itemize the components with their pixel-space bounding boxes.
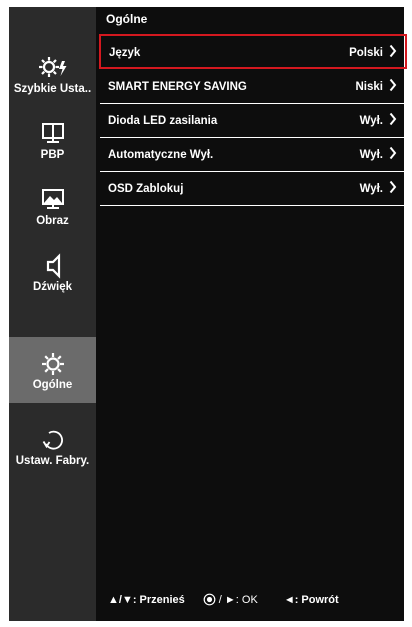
sidebar-item-pbp[interactable]: PBP — [9, 107, 96, 173]
pbp-icon — [9, 121, 96, 145]
sidebar-item-general[interactable]: Ogólne — [9, 337, 96, 403]
chevron-right-icon — [389, 78, 397, 92]
row-label: SMART ENERGY SAVING — [108, 81, 247, 93]
hint-move: ▲/▼: Przenieś — [108, 593, 185, 606]
speaker-icon — [9, 253, 96, 279]
menu-row-osd-lock[interactable]: OSD Zablokuj Wył. — [100, 172, 405, 206]
sidebar-item-label: Szybkie Usta.. — [13, 83, 92, 95]
hint-back: ◄: Powrót — [283, 593, 339, 606]
chevron-right-icon — [389, 44, 397, 58]
reset-icon — [9, 427, 96, 451]
row-label: OSD Zablokuj — [108, 183, 184, 195]
row-value: Wył. — [359, 183, 383, 195]
row-value: Niski — [355, 81, 384, 93]
hint-ok: / ►: OK — [203, 593, 258, 606]
menu-row-power-led[interactable]: Dioda LED zasilania Wył. — [100, 104, 405, 138]
menu-row-auto-standby[interactable]: Automatyczne Wył. Wył. — [100, 138, 405, 172]
sidebar-item-picture[interactable]: Obraz — [9, 173, 96, 239]
footer-hints: ▲/▼: Przenieś / ►: OK ◄: Powrót — [108, 593, 400, 606]
row-label: Automatyczne Wył. — [108, 149, 214, 161]
row-value: Wył. — [359, 115, 383, 127]
settings-panel: Ogólne Język Polski SMART ENERGY SAVING … — [96, 7, 407, 621]
sidebar-item-quick-settings[interactable]: Szybkie Usta.. — [9, 41, 96, 107]
chevron-right-icon — [389, 180, 397, 194]
sidebar-item-sound[interactable]: Dźwięk — [9, 239, 96, 305]
sidebar-item-label: PBP — [40, 149, 65, 161]
row-value: Wył. — [359, 149, 383, 161]
menu-row-smart-energy-saving[interactable]: SMART ENERGY SAVING Niski — [100, 70, 405, 104]
gear-icon — [9, 351, 96, 375]
joystick-button-icon — [203, 593, 216, 606]
quick-settings-icon — [9, 55, 96, 79]
picture-icon — [9, 187, 96, 211]
sidebar-item-factory-reset[interactable]: Ustaw. Fabry. — [9, 413, 96, 479]
chevron-right-icon — [389, 146, 397, 160]
hint-ok-label: / ►: OK — [218, 593, 258, 606]
sidebar-item-label: Dźwięk — [33, 281, 72, 293]
chevron-right-icon — [389, 112, 397, 126]
row-value: Polski — [349, 47, 383, 59]
menu-row-language[interactable]: Język Polski — [99, 34, 407, 69]
sidebar-item-label: Obraz — [36, 215, 69, 227]
row-label: Dioda LED zasilania — [108, 115, 218, 127]
osd-menu: Szybkie Usta.. PBP Obraz Dźwięk Ogólne U… — [9, 7, 407, 621]
page-title: Ogólne — [106, 12, 148, 26]
sidebar: Szybkie Usta.. PBP Obraz Dźwięk Ogólne U… — [9, 7, 96, 621]
sidebar-item-label: Ustaw. Fabry. — [15, 455, 90, 467]
row-label: Język — [109, 47, 141, 59]
sidebar-item-label: Ogólne — [32, 379, 73, 391]
